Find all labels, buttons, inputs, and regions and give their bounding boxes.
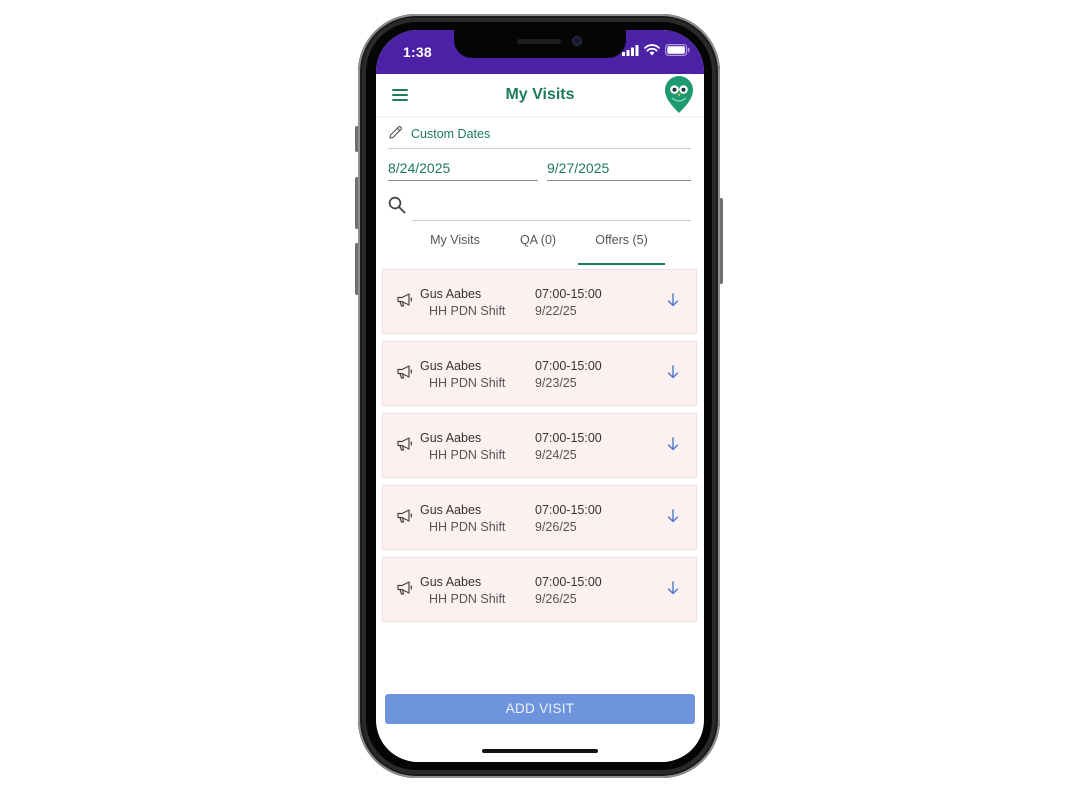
megaphone-icon bbox=[397, 581, 413, 595]
end-date-field[interactable]: 9/27/2025 bbox=[547, 156, 691, 181]
arrow-down-icon[interactable] bbox=[667, 293, 679, 307]
tab-my-visits[interactable]: My Visits bbox=[416, 233, 494, 263]
offer-date: 9/22/25 bbox=[535, 304, 577, 318]
search-row[interactable] bbox=[388, 194, 691, 221]
offer-time: 07:00-15:00 bbox=[535, 287, 602, 301]
app-header: My Visits bbox=[376, 74, 704, 116]
search-icon bbox=[388, 196, 406, 214]
megaphone-icon bbox=[397, 509, 413, 523]
stage: 1:38 My Visits Custom Dates 8/24/2025 9/… bbox=[0, 0, 1080, 800]
tab-offers[interactable]: Offers (5) bbox=[578, 233, 665, 265]
custom-dates-label: Custom Dates bbox=[411, 127, 491, 141]
home-indicator[interactable] bbox=[482, 749, 598, 753]
pencil-icon bbox=[389, 126, 402, 139]
page-title: My Visits bbox=[505, 86, 575, 103]
arrow-down-icon[interactable] bbox=[667, 509, 679, 523]
status-time: 1:38 bbox=[403, 44, 432, 60]
offer-date: 9/24/25 bbox=[535, 448, 577, 462]
offer-service: HH PDN Shift bbox=[429, 448, 506, 462]
wifi-icon bbox=[644, 44, 660, 56]
battery-icon bbox=[665, 44, 690, 56]
offer-service: HH PDN Shift bbox=[429, 376, 506, 390]
status-bar: 1:38 bbox=[376, 30, 704, 74]
offer-client-name: Gus Aabes bbox=[420, 359, 482, 373]
arrow-down-icon[interactable] bbox=[667, 437, 679, 451]
offer-card[interactable]: Gus Aabes HH PDN Shift 07:00-15:00 9/24/… bbox=[382, 413, 697, 478]
offer-card[interactable]: Gus Aabes HH PDN Shift 07:00-15:00 9/26/… bbox=[382, 557, 697, 622]
custom-dates-selector[interactable]: Custom Dates bbox=[388, 122, 691, 149]
front-camera bbox=[572, 36, 582, 46]
owl-logo-icon[interactable] bbox=[664, 76, 694, 114]
offer-client-name: Gus Aabes bbox=[420, 575, 482, 589]
offer-client-name: Gus Aabes bbox=[420, 503, 482, 517]
offer-client-name: Gus Aabes bbox=[420, 287, 482, 301]
phone-screen: 1:38 My Visits Custom Dates 8/24/2025 9/… bbox=[376, 30, 704, 762]
tab-qa[interactable]: QA (0) bbox=[504, 233, 572, 263]
megaphone-icon bbox=[397, 365, 413, 379]
offer-card[interactable]: Gus Aabes HH PDN Shift 07:00-15:00 9/23/… bbox=[382, 341, 697, 406]
offer-service: HH PDN Shift bbox=[429, 304, 506, 318]
offer-card[interactable]: Gus Aabes HH PDN Shift 07:00-15:00 9/22/… bbox=[382, 269, 697, 334]
search-input[interactable] bbox=[412, 220, 691, 221]
arrow-down-icon[interactable] bbox=[667, 365, 679, 379]
offer-card[interactable]: Gus Aabes HH PDN Shift 07:00-15:00 9/26/… bbox=[382, 485, 697, 550]
arrow-down-icon[interactable] bbox=[667, 581, 679, 595]
megaphone-icon bbox=[397, 437, 413, 451]
megaphone-icon bbox=[397, 293, 413, 307]
offer-client-name: Gus Aabes bbox=[420, 431, 482, 445]
offer-time: 07:00-15:00 bbox=[535, 359, 602, 373]
status-icons bbox=[622, 44, 690, 56]
offers-list: Gus Aabes HH PDN Shift 07:00-15:00 9/22/… bbox=[382, 269, 697, 629]
offer-date: 9/23/25 bbox=[535, 376, 577, 390]
notch bbox=[454, 30, 626, 58]
cellular-signal-icon bbox=[622, 44, 639, 56]
speaker-grille bbox=[517, 39, 561, 44]
offer-service: HH PDN Shift bbox=[429, 592, 506, 606]
offer-time: 07:00-15:00 bbox=[535, 431, 602, 445]
offer-date: 9/26/25 bbox=[535, 520, 577, 534]
offer-service: HH PDN Shift bbox=[429, 520, 506, 534]
start-date-field[interactable]: 8/24/2025 bbox=[388, 156, 538, 181]
add-visit-button[interactable]: ADD VISIT bbox=[385, 694, 695, 724]
offer-time: 07:00-15:00 bbox=[535, 575, 602, 589]
offer-date: 9/26/25 bbox=[535, 592, 577, 606]
offer-time: 07:00-15:00 bbox=[535, 503, 602, 517]
